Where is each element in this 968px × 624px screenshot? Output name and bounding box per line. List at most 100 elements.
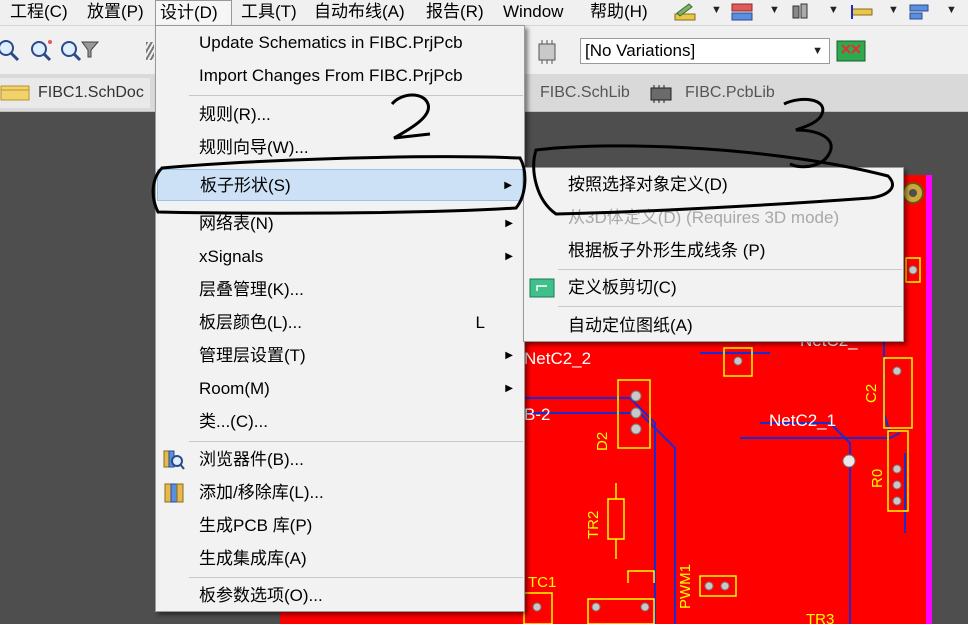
designator-tr2: TR2 [585, 511, 602, 539]
interactive-routing-icon[interactable] [674, 2, 696, 22]
board-edge [926, 175, 932, 624]
menu-window[interactable]: Window [499, 0, 567, 26]
zoom-selected-icon[interactable] [30, 38, 56, 62]
component-icon[interactable] [791, 2, 813, 22]
menu-place[interactable]: 放置(P) [83, 0, 148, 26]
menu-item-label: 板参数选项(O)... [199, 586, 323, 605]
layer-stack-icon[interactable] [731, 2, 753, 22]
menu-item-label: 按照选择对象定义(D) [568, 175, 728, 194]
variations-select[interactable]: [No Variations] ▼ [580, 38, 830, 64]
menu-item-label: 生成集成库(A) [199, 549, 307, 568]
tab-label: FIBC.SchLib [540, 84, 630, 101]
tab-schlib[interactable]: FIBC.SchLib [532, 78, 644, 108]
menu-item-label: 类...(C)... [199, 412, 268, 431]
chevron-down-icon[interactable]: ▼ [888, 4, 899, 16]
menu-board-shape[interactable]: 板子形状(S) ▶ [157, 169, 523, 201]
menu-separator [189, 95, 523, 96]
chevron-down-icon[interactable]: ▼ [711, 4, 722, 16]
menu-import-changes[interactable]: Import Changes From FIBC.PrjPcb [157, 60, 523, 92]
dimension-icon[interactable] [851, 2, 873, 22]
designator-tr3: TR3 [806, 611, 834, 624]
menu-separator [558, 269, 902, 270]
filter-icon[interactable] [60, 38, 100, 62]
menu-item-label: 添加/移除库(L)... [199, 483, 324, 502]
submenu-create-primitives[interactable]: 根据板子外形生成线条 (P) [525, 235, 902, 267]
menu-netlist[interactable]: 网络表(N) ▶ [157, 208, 523, 240]
tab-label: FIBC1.SchDoc [38, 84, 144, 101]
menu-browse-components[interactable]: 浏览器件(B)... [157, 444, 523, 476]
tab-pcblib[interactable]: FIBC.PcbLib [644, 78, 784, 108]
menu-layer-stack-manager[interactable]: 层叠管理(K)... [157, 274, 523, 306]
submenu-arrow-icon: ▶ [505, 383, 513, 394]
chevron-down-icon[interactable]: ▼ [769, 4, 780, 16]
menu-autoroute[interactable]: 自动布线(A) [310, 0, 409, 26]
variations-value: [No Variations] [585, 41, 696, 60]
submenu-define-from-3d: 从3D体定义(D) (Requires 3D mode) [525, 202, 902, 234]
menu-room[interactable]: Room(M) ▶ [157, 373, 523, 405]
menu-item-label: 网络表(N) [199, 214, 274, 233]
tab-schdoc[interactable]: FIBC1.SchDoc [0, 78, 150, 108]
board-shape-submenu: 按照选择对象定义(D) 从3D体定义(D) (Requires 3D mode)… [523, 167, 904, 342]
menu-separator [189, 577, 523, 578]
submenu-arrow-icon: ▶ [504, 180, 512, 191]
designator-tc1: TC1 [528, 574, 556, 591]
menu-tools[interactable]: 工具(T) [237, 0, 301, 26]
chip-icon[interactable] [534, 39, 560, 65]
browse-components-icon [163, 450, 185, 470]
menu-project[interactable]: 工程(C) [6, 0, 72, 26]
chevron-down-icon[interactable]: ▼ [946, 4, 957, 16]
chevron-down-icon[interactable]: ▼ [812, 39, 823, 63]
net-label-b2: B-2 [524, 405, 550, 424]
schematic-doc-icon [0, 85, 30, 101]
menu-item-label: 生成PCB 库(P) [199, 516, 313, 535]
align-icon[interactable] [908, 2, 930, 22]
menu-item-label: 规则向导(W)... [199, 138, 309, 157]
submenu-arrow-icon: ▶ [505, 350, 513, 361]
menu-update-schematics[interactable]: Update Schematics in FIBC.PrjPcb [157, 27, 523, 59]
menu-item-label: Import Changes From FIBC.PrjPcb [199, 66, 463, 85]
design-menu-dropdown: Update Schematics in FIBC.PrjPcb Import … [155, 25, 525, 612]
menu-design[interactable]: 设计(D) [155, 0, 232, 26]
menu-item-label: 自动定位图纸(A) [568, 316, 693, 335]
menu-make-pcb-library[interactable]: 生成PCB 库(P) [157, 510, 523, 542]
submenu-define-from-selected[interactable]: 按照选择对象定义(D) [525, 169, 902, 201]
menu-item-label: 从3D体定义(D) (Requires 3D mode) [568, 208, 840, 227]
menu-separator [558, 306, 902, 307]
designator-pwm1: PWM1 [677, 564, 694, 609]
menu-item-label: 管理层设置(T) [199, 346, 306, 365]
menu-item-label: 浏览器件(B)... [199, 450, 304, 469]
designator-c2: C2 [863, 384, 880, 403]
submenu-auto-position-sheet[interactable]: 自动定位图纸(A) [525, 310, 902, 342]
menu-reports[interactable]: 报告(R) [422, 0, 488, 26]
chevron-down-icon[interactable]: ▼ [828, 4, 839, 16]
menu-add-remove-library[interactable]: 添加/移除库(L)... [157, 477, 523, 509]
mounting-hole-drill [909, 189, 917, 197]
menu-board-options[interactable]: 板参数选项(O)... [157, 580, 523, 612]
zoom-icon[interactable] [0, 38, 22, 62]
tab-label: FIBC.PcbLib [685, 84, 775, 101]
submenu-arrow-icon: ▶ [505, 218, 513, 229]
board-cutout-icon [529, 278, 555, 298]
submenu-define-board-cutout[interactable]: 定义板剪切(C) [525, 272, 902, 304]
menu-make-integrated-library[interactable]: 生成集成库(A) [157, 543, 523, 575]
menu-bar: 工程(C) 放置(P) 设计(D) 工具(T) 自动布线(A) 报告(R) Wi… [0, 0, 968, 26]
menu-xsignals[interactable]: xSignals ▶ [157, 241, 523, 273]
menu-separator [189, 441, 523, 442]
menu-rules[interactable]: 规则(R)... [157, 99, 523, 131]
menu-classes[interactable]: 类...(C)... [157, 406, 523, 438]
menu-rule-wizard[interactable]: 规则向导(W)... [157, 132, 523, 164]
net-label-netc2-1: NetC2_1 [769, 411, 836, 430]
menu-help[interactable]: 帮助(H) [586, 0, 652, 26]
shortcut-label: L [475, 313, 485, 332]
menu-item-label: 规则(R)... [199, 105, 271, 124]
pcb-lib-icon [650, 85, 672, 103]
designator-d2: D2 [594, 432, 611, 451]
pcb-board-icon[interactable] [836, 38, 866, 64]
menu-item-label: 板子形状(S) [200, 176, 291, 195]
menu-board-layers-colors[interactable]: 板层颜色(L)... L [157, 307, 523, 339]
menu-layer-sets[interactable]: 管理层设置(T) ▶ [157, 340, 523, 372]
submenu-arrow-icon: ▶ [505, 251, 513, 262]
menu-item-label: 板层颜色(L)... [199, 313, 302, 332]
menu-item-label: Room(M) [199, 379, 270, 398]
menu-item-label: 根据板子外形生成线条 (P) [568, 241, 766, 260]
